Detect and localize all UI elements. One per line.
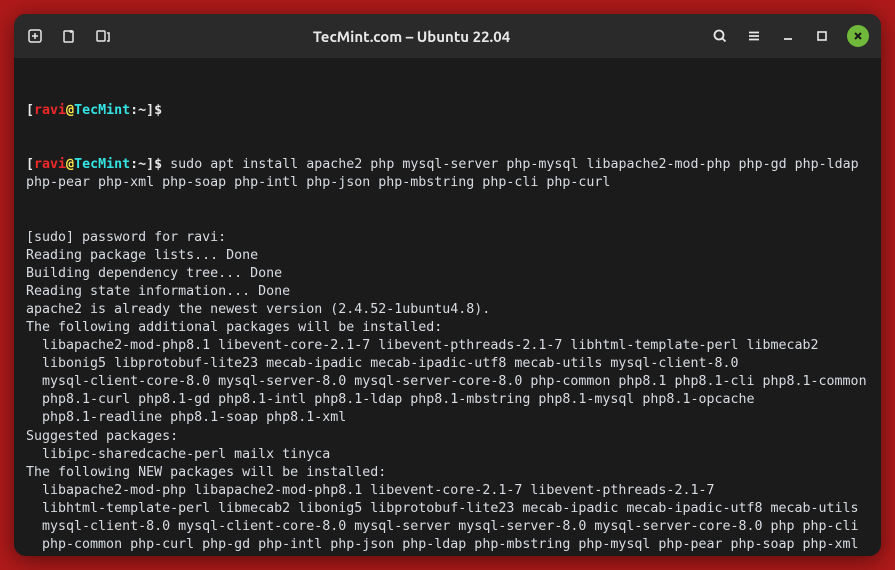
maximize-button[interactable] bbox=[813, 27, 831, 45]
window-title: TecMint.com – Ubuntu 22.04 bbox=[122, 28, 701, 45]
tab-overview-icon[interactable] bbox=[94, 27, 112, 45]
minimize-button[interactable] bbox=[779, 27, 797, 45]
close-button[interactable] bbox=[847, 25, 869, 47]
apt-output: [sudo] password for ravi: Reading packag… bbox=[26, 229, 869, 556]
search-icon[interactable] bbox=[711, 27, 729, 45]
prompt-line-command: [ravi@TecMint:~]$ sudo apt install apach… bbox=[26, 156, 869, 192]
hamburger-menu-icon[interactable] bbox=[745, 27, 763, 45]
prompt-line-empty: [ravi@TecMint:~]$ bbox=[26, 102, 869, 120]
new-tab-button[interactable] bbox=[26, 27, 44, 45]
new-window-icon[interactable] bbox=[60, 27, 78, 45]
terminal-window: TecMint.com – Ubuntu 22.04 [ravi@TecMint… bbox=[14, 14, 881, 556]
terminal-body[interactable]: [ravi@TecMint:~]$ [ravi@TecMint:~]$ sudo… bbox=[14, 58, 881, 556]
title-bar: TecMint.com – Ubuntu 22.04 bbox=[14, 14, 881, 58]
